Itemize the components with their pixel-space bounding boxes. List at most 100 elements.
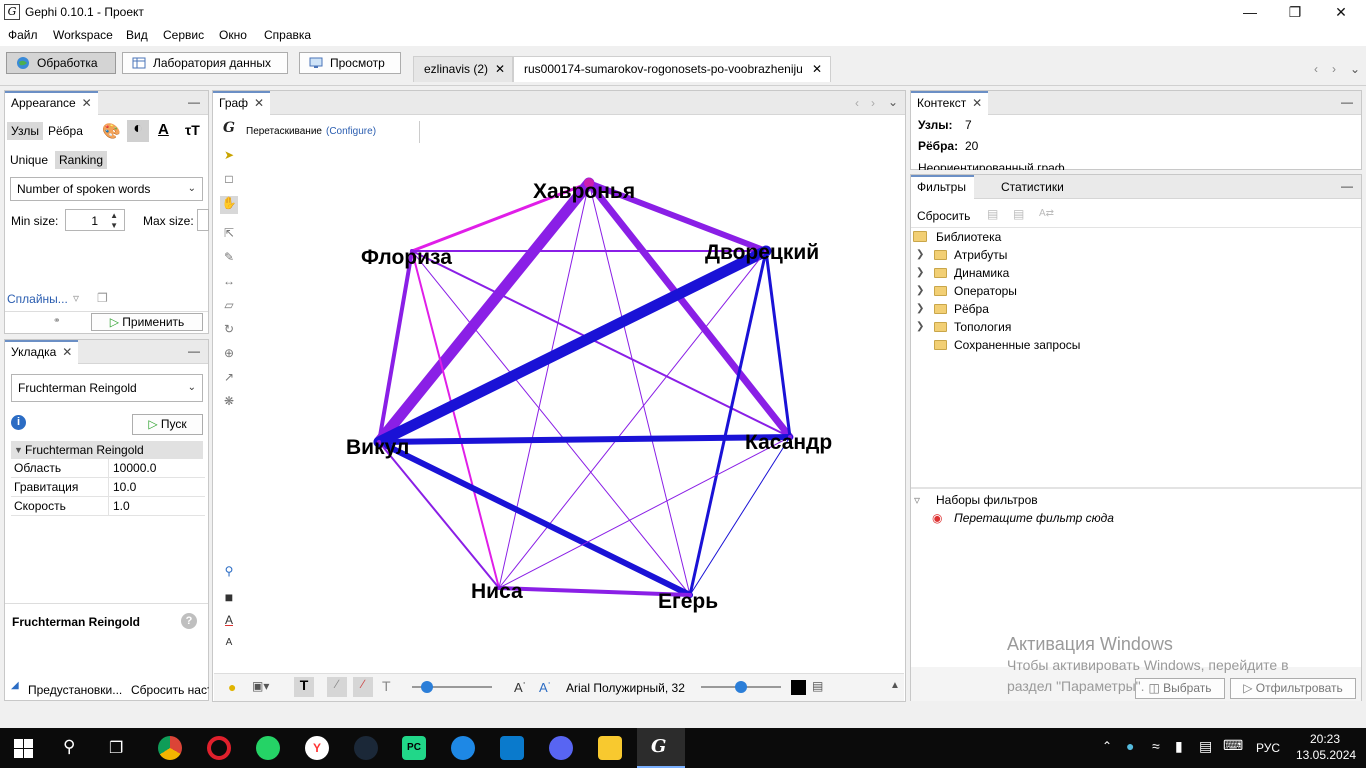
close-tab-icon[interactable]: ✕ — [495, 57, 505, 81]
graph-edge[interactable] — [376, 439, 693, 598]
scroll-left-icon[interactable]: ‹ — [855, 96, 859, 110]
tree-item-dynamics[interactable]: ❯ Динамика — [912, 264, 1112, 282]
configure-link[interactable]: (Configure) — [326, 126, 376, 137]
help-icon[interactable]: ? — [181, 613, 197, 629]
filters-reset-button[interactable]: Сбросить — [917, 209, 970, 223]
volume-icon[interactable]: ▤ — [1199, 738, 1212, 755]
direct-select-icon[interactable]: ⇱ — [220, 226, 238, 244]
node-label[interactable]: Флориза — [361, 246, 452, 269]
prop-row-area[interactable]: Область 10000.0 — [11, 459, 205, 478]
clock-time[interactable]: 20:23 — [1310, 732, 1340, 746]
sizer-icon[interactable]: ↔ — [220, 274, 238, 292]
library-node[interactable]: Библиотека — [912, 228, 1112, 246]
ranking-attribute-select[interactable]: Number of spoken words ⌄ — [10, 177, 203, 201]
lightbulb-icon[interactable]: ● — [228, 679, 236, 695]
pycharm-icon[interactable]: PC — [402, 736, 426, 760]
graph-edge[interactable] — [689, 436, 791, 596]
min-size-spinner[interactable]: 1 ▲ ▼ — [65, 209, 125, 231]
label-size-icon[interactable]: A — [220, 637, 238, 655]
minimize-panel-icon[interactable]: — — [188, 344, 200, 358]
close-icon[interactable]: ✕ — [972, 93, 982, 113]
bluetooth-app-icon[interactable] — [451, 736, 475, 760]
node-label[interactable]: Дворецкий — [705, 241, 819, 264]
panel-menu-icon[interactable]: ⌄ — [888, 95, 898, 109]
menu-view[interactable]: Вид — [126, 28, 148, 42]
graph-edge[interactable] — [376, 434, 793, 445]
apply-button[interactable]: ▷ Применить — [91, 313, 203, 331]
ranking-tab[interactable]: Ranking — [55, 151, 108, 169]
menu-file[interactable]: Файл — [8, 28, 38, 42]
layout-algorithm-select[interactable]: Fruchterman Reingold ⌄ — [11, 374, 203, 402]
font-slider-thumb[interactable] — [735, 681, 747, 693]
drop-filter-target[interactable]: ◉ Перетащите фильтр сюда — [912, 509, 1162, 527]
spinner-arrows-icon[interactable]: ▲ ▼ — [110, 211, 118, 231]
label-font-icon[interactable]: T — [382, 678, 391, 694]
context-tab[interactable]: Контекст ✕ — [911, 91, 989, 115]
painter-icon[interactable]: ✎ — [220, 250, 238, 268]
run-layout-button[interactable]: ▷ Пуск — [132, 414, 203, 435]
presets-button[interactable]: Предустановки... — [28, 683, 122, 697]
data-lab-mode-button[interactable]: Лаборатория данных — [122, 52, 288, 74]
label-size-icon[interactable]: τT — [185, 122, 200, 138]
heatmap-icon[interactable]: ❋ — [220, 394, 238, 412]
graph-edge[interactable] — [411, 250, 791, 438]
steam-icon[interactable] — [354, 736, 378, 760]
label-color-icon[interactable]: A — [220, 613, 238, 631]
close-icon[interactable]: ✕ — [62, 342, 72, 362]
tab-scroll-left-icon[interactable]: ‹ — [1314, 62, 1318, 76]
node-label[interactable]: Егерь — [658, 590, 718, 613]
windows-start-icon[interactable] — [14, 739, 33, 758]
opera-icon[interactable] — [207, 736, 231, 760]
info-icon[interactable]: i — [11, 415, 26, 430]
link-icon[interactable]: ⚭ — [53, 315, 61, 326]
label-color-swatch[interactable] — [791, 680, 806, 695]
graph-edge[interactable] — [688, 249, 768, 597]
unique-tab[interactable]: Unique — [10, 153, 48, 167]
graph-canvas[interactable]: Хавронья Дворецкий Касандр Егерь Ниса Викул Фл… — [243, 145, 904, 672]
menu-window[interactable]: Окно — [219, 28, 247, 42]
doc-tab-rus000174[interactable]: rus000174-sumarokov-rogonosets-po-voobra… — [513, 56, 831, 82]
wifi-icon[interactable]: ≈ — [1152, 738, 1160, 754]
tree-item-topology[interactable]: ❯ Топология — [912, 318, 1112, 336]
minimize-icon[interactable]: — — [1227, 2, 1273, 22]
brush-icon[interactable]: ▱ — [220, 298, 238, 316]
minimize-panel-icon[interactable]: — — [1341, 179, 1353, 193]
scroll-right-icon[interactable]: › — [871, 96, 875, 110]
add-edge-icon[interactable]: ↗ — [220, 370, 238, 388]
layout-tab[interactable]: Укладка ✕ — [5, 340, 79, 364]
search-icon[interactable]: ⚲ — [63, 737, 75, 757]
select-button[interactable]: ◫ Выбрать — [1135, 678, 1225, 699]
discord-icon[interactable] — [549, 736, 573, 760]
gephi-taskbar-button[interactable]: G — [637, 728, 685, 768]
statistics-tab[interactable]: Статистики — [995, 175, 1086, 199]
menu-tools[interactable]: Сервис — [163, 28, 204, 42]
prop-value[interactable]: 1.0 — [108, 497, 205, 515]
filters-tab[interactable]: Фильтры — [911, 175, 974, 199]
size-icon[interactable]: ◐ — [127, 120, 149, 142]
menu-workspace[interactable]: Workspace — [53, 28, 113, 42]
tree-item-saved-queries[interactable]: Сохраненные запросы — [912, 336, 1112, 354]
layout-section-header[interactable]: ▼ Fruchterman Reingold — [11, 441, 203, 459]
expand-icon[interactable]: ❯ — [916, 264, 924, 282]
graph-svg[interactable]: Хавронья Дворецкий Касандр Егерь Ниса Викул Фл… — [243, 145, 904, 672]
doc-tab-ezlinavis[interactable]: ezlinavis (2) ✕ — [413, 56, 513, 82]
font-increase-icon[interactable]: A˙ — [539, 680, 552, 695]
edges-tab[interactable]: Рёбра — [48, 124, 83, 138]
chrome-icon[interactable] — [158, 736, 182, 760]
rectangle-select-icon[interactable]: □ — [220, 172, 238, 190]
language-indicator[interactable]: РУС — [1256, 741, 1280, 755]
expand-icon[interactable]: ❯ — [916, 318, 924, 336]
filter-button[interactable]: ▷ Отфильтровать — [1230, 678, 1356, 699]
copy-icon[interactable]: ❐ — [97, 291, 108, 305]
appearance-tab[interactable]: Appearance ✕ — [5, 91, 98, 115]
overview-mode-button[interactable]: Обработка — [6, 52, 116, 74]
tree-item-edges[interactable]: ❯ Рёбра — [912, 300, 1112, 318]
node-label[interactable]: Касандр — [745, 431, 832, 454]
minimize-panel-icon[interactable]: — — [188, 95, 200, 109]
tree-item-attributes[interactable]: ❯ Атрибуты — [912, 246, 1112, 264]
keyboard-icon[interactable]: ⌨ — [1223, 737, 1243, 754]
node-label[interactable]: Хавронья — [533, 180, 635, 203]
zoom-fit-icon[interactable]: ⚲ — [220, 564, 238, 582]
node-label[interactable]: Викул — [346, 436, 409, 459]
task-view-icon[interactable]: ❐ — [109, 738, 123, 758]
